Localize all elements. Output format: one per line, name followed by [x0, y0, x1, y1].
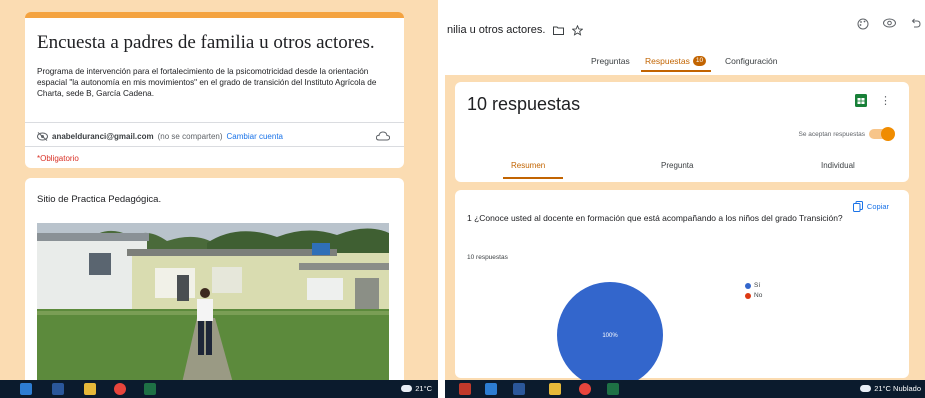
legend-label: No [754, 292, 763, 299]
toggle-knob [881, 127, 895, 141]
editor-header: nilia u otros actores. Preguntas Respues… [445, 0, 925, 75]
chart-legend: Sí No [745, 282, 762, 302]
switch-account-link[interactable]: Cambiar cuenta [227, 132, 283, 141]
hidden-eye-icon [37, 132, 48, 141]
folder-icon[interactable] [553, 26, 565, 35]
tab-settings[interactable]: Configuración [725, 56, 777, 66]
subtab-summary[interactable]: Resumen [511, 161, 545, 170]
question-summary-card: Copiar 1 ¿Conoce usted al docente en for… [455, 190, 909, 380]
excel-icon[interactable] [144, 383, 156, 395]
sheets-icon[interactable] [855, 94, 867, 107]
section-card: Sitio de Practica Pedagógica. [25, 178, 404, 380]
form-header-card: Encuesta a padres de familia u otros act… [25, 12, 404, 168]
doc-title-row: nilia u otros actores. [447, 24, 584, 36]
divider [25, 146, 404, 147]
undo-icon[interactable] [910, 18, 921, 29]
word-icon[interactable] [52, 383, 64, 395]
taskbar-left: 21°C [0, 380, 438, 398]
header-actions [857, 18, 921, 30]
weather-temp: 21°C Nublado [874, 384, 921, 393]
copy-icon [852, 201, 863, 212]
divider [25, 122, 404, 123]
account-note: (no se comparten) [157, 132, 223, 141]
more-options-icon[interactable]: ⋮ [880, 94, 891, 107]
active-tab-indicator [641, 70, 711, 72]
form-title: Encuesta a padres de familia u otros act… [37, 32, 375, 53]
legend-item-si: Sí [745, 282, 762, 289]
form-description: Programa de intervención para el fortale… [37, 67, 377, 98]
accepting-responses-label: Se aceptan respuestas [798, 131, 866, 138]
responses-badge: 10 [692, 56, 707, 66]
taskbar-right: 21°C Nublado [445, 380, 925, 398]
form-respondent-view: Encuesta a padres de familia u otros act… [0, 0, 438, 380]
tab-responses-label: Respuestas [645, 56, 690, 66]
editor-tabs: Preguntas Respuestas 10 Configuración [445, 52, 925, 72]
legend-swatch [745, 282, 751, 289]
doc-title[interactable]: nilia u otros actores. [447, 24, 545, 36]
pie-slice-sí [557, 282, 663, 380]
chrome-icon[interactable] [114, 383, 126, 395]
screen: Encuesta a padres de familia u otros act… [0, 0, 925, 398]
chrome-icon[interactable] [579, 383, 591, 395]
subtab-individual[interactable]: Individual [821, 161, 855, 170]
app-icon[interactable] [20, 383, 32, 395]
cloud-icon[interactable] [376, 130, 390, 142]
copy-button[interactable]: Copiar [852, 201, 889, 212]
summary-card: 10 respuestas ⋮ Se aceptan respuestas Re… [455, 82, 909, 182]
word-icon[interactable] [513, 383, 525, 395]
legend-item-no: No [745, 292, 762, 299]
app-icon[interactable] [485, 383, 497, 395]
weather-widget[interactable]: 21°C Nublado [860, 384, 921, 393]
copy-label: Copiar [866, 202, 889, 211]
weather-temp: 21°C [415, 384, 432, 393]
folder-icon[interactable] [84, 383, 96, 395]
cloud-icon [860, 385, 872, 392]
required-note: *Obligatorio [37, 154, 79, 163]
weather-widget[interactable]: 21°C [401, 384, 432, 393]
app-icon[interactable] [459, 383, 471, 395]
folder-icon[interactable] [549, 383, 561, 395]
cloud-icon [401, 385, 413, 392]
active-subtab-indicator [503, 177, 563, 179]
tab-responses[interactable]: Respuestas 10 [645, 56, 707, 66]
legend-label: Sí [754, 282, 761, 289]
account-row: anabelduranci@gmail.com (no se comparten… [37, 132, 283, 141]
account-email: anabelduranci@gmail.com [52, 132, 154, 141]
section-title: Sitio de Practica Pedagógica. [37, 194, 162, 205]
pie-slice-label: 100% [602, 333, 618, 339]
question-text: 1 ¿Conoce usted al docente en formación … [467, 213, 843, 223]
form-editor-view: nilia u otros actores. Preguntas Respues… [445, 0, 925, 380]
excel-icon[interactable] [607, 383, 619, 395]
tab-questions[interactable]: Preguntas [591, 56, 630, 66]
school-photo [37, 223, 389, 380]
pie-chart: 100% [557, 282, 663, 380]
subtab-question[interactable]: Pregunta [661, 161, 693, 170]
palette-icon[interactable] [857, 18, 869, 30]
star-icon[interactable] [572, 24, 584, 36]
accepting-responses-toggle[interactable] [869, 127, 895, 141]
question-response-count: 10 respuestas [467, 254, 508, 261]
response-count: 10 respuestas [467, 94, 581, 114]
eye-icon[interactable] [883, 18, 896, 28]
legend-swatch [745, 292, 751, 299]
